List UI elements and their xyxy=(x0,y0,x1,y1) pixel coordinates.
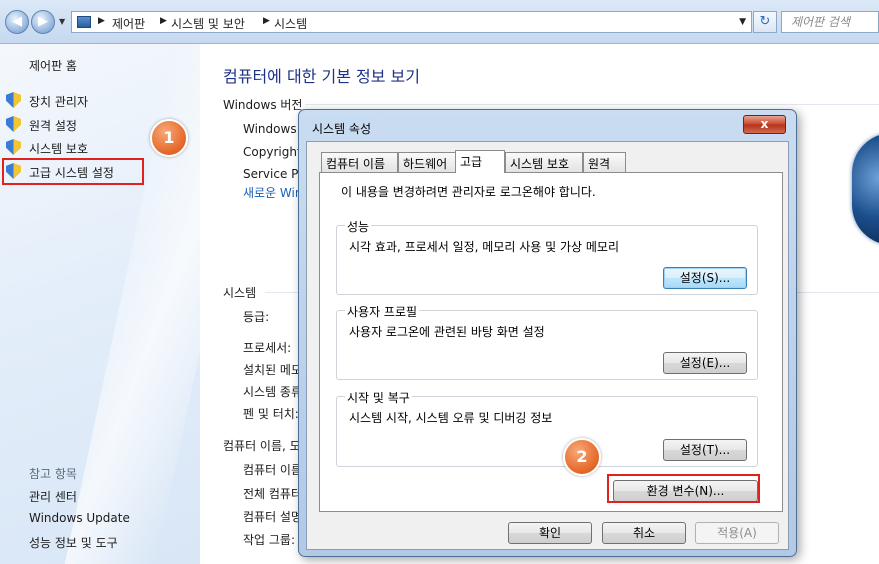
breadcrumb-separator-icon: ▶ xyxy=(160,16,167,26)
address-field[interactable]: ▶ 제어판 ▶ 시스템 및 보안 ▶ 시스템 ▼ xyxy=(71,11,752,33)
uac-shield-icon xyxy=(6,139,21,155)
computer-name-header: 컴퓨터 이름, 도 xyxy=(223,439,301,453)
forward-button[interactable]: ▶ xyxy=(31,10,55,34)
performance-info-link[interactable]: 성능 정보 및 도구 xyxy=(29,534,118,551)
startup-recovery-settings-button[interactable]: 설정(T)... xyxy=(663,439,747,461)
address-toolbar: ◀ ▶ ▼ ▶ 제어판 ▶ 시스템 및 보안 ▶ 시스템 ▼ ↻ 제어판 검색 xyxy=(0,0,879,44)
user-profile-legend: 사용자 프로필 xyxy=(345,303,420,320)
breadcrumb-system[interactable]: 시스템 xyxy=(274,15,307,32)
highlight-box-advanced-settings xyxy=(2,158,144,185)
processor-label: 프로세서: xyxy=(243,341,292,355)
startup-recovery-legend: 시작 및 복구 xyxy=(345,389,412,406)
action-center-link[interactable]: 관리 센터 xyxy=(29,488,77,505)
apply-button[interactable]: 적용(A) xyxy=(695,522,779,544)
tab-remote[interactable]: 원격 xyxy=(583,152,626,172)
user-profile-settings-button[interactable]: 설정(E)... xyxy=(663,352,747,374)
workgroup-label: 작업 그룹: xyxy=(243,533,296,547)
close-icon: x xyxy=(760,117,769,131)
system-protection-link[interactable]: 시스템 보호 xyxy=(29,140,88,157)
rating-label: 등급: xyxy=(243,310,270,324)
recent-pages-dropdown[interactable]: ▼ xyxy=(59,17,65,26)
performance-description: 시각 효과, 프로세서 일정, 메모리 사용 및 가상 메모리 xyxy=(349,240,619,254)
step-2-callout: 2 xyxy=(563,438,601,476)
performance-legend: 성능 xyxy=(345,218,372,235)
dialog-title: 시스템 속성 xyxy=(312,122,372,136)
windows-update-link[interactable]: Windows Update xyxy=(29,511,130,525)
search-input[interactable]: 제어판 검색 xyxy=(781,11,879,33)
device-manager-link[interactable]: 장치 관리자 xyxy=(29,93,88,110)
advanced-tab-page: 이 내용을 변경하려면 관리자로 로그온해야 합니다. 성능 시각 효과, 프로… xyxy=(319,172,783,512)
page-title: 컴퓨터에 대한 기본 정보 보기 xyxy=(223,67,420,86)
remote-settings-link[interactable]: 원격 설정 xyxy=(29,117,77,134)
computer-description-label: 컴퓨터 설명 xyxy=(243,510,303,524)
step-1-callout: 1 xyxy=(150,119,188,157)
startup-recovery-group: 시작 및 복구 시스템 시작, 시스템 오류 및 디버깅 정보 설정(T)... xyxy=(336,389,758,467)
user-profile-group: 사용자 프로필 사용자 로그온에 관련된 바탕 화면 설정 설정(E)... xyxy=(336,303,758,380)
startup-recovery-description: 시스템 시작, 시스템 오류 및 디버깅 정보 xyxy=(349,411,553,425)
arrow-left-icon: ◀ xyxy=(12,14,22,29)
see-also-header: 참고 항목 xyxy=(29,467,77,481)
cancel-button[interactable]: 취소 xyxy=(602,522,686,544)
tab-hardware[interactable]: 하드웨어 xyxy=(398,152,456,172)
system-header: 시스템 xyxy=(223,286,257,300)
refresh-button[interactable]: ↻ xyxy=(753,11,777,33)
breadcrumb-system-security[interactable]: 시스템 및 보안 xyxy=(171,15,245,32)
back-button[interactable]: ◀ xyxy=(5,10,29,34)
admin-note: 이 내용을 변경하려면 관리자로 로그온해야 합니다. xyxy=(341,185,596,199)
system-type-label: 시스템 종류 xyxy=(243,385,303,399)
breadcrumb-separator-icon: ▶ xyxy=(263,16,270,26)
performance-settings-button[interactable]: 설정(S)... xyxy=(663,267,747,289)
chevron-down-icon[interactable]: ▼ xyxy=(739,17,746,27)
new-windows-link[interactable]: 새로운 Win xyxy=(243,184,302,201)
user-profile-description: 사용자 로그온에 관련된 바탕 화면 설정 xyxy=(349,325,545,339)
tab-computer-name[interactable]: 컴퓨터 이름 xyxy=(321,152,398,172)
tab-advanced[interactable]: 고급 xyxy=(455,150,505,173)
windows-edition-header: Windows 버전 xyxy=(223,98,303,112)
arrow-right-icon: ▶ xyxy=(38,14,48,29)
ok-button[interactable]: 확인 xyxy=(508,522,592,544)
uac-shield-icon xyxy=(6,92,21,108)
performance-group: 성능 시각 효과, 프로세서 일정, 메모리 사용 및 가상 메모리 설정(S)… xyxy=(336,218,758,295)
breadcrumb-control-panel[interactable]: 제어판 xyxy=(112,15,145,32)
pen-touch-label: 펜 및 터치: xyxy=(243,407,299,421)
highlight-box-environment-variables xyxy=(607,474,760,503)
full-computer-name-label: 전체 컴퓨터 xyxy=(243,487,303,501)
computer-name-label: 컴퓨터 이름 xyxy=(243,463,303,477)
control-panel-home-link[interactable]: 제어판 홈 xyxy=(29,57,77,74)
uac-shield-icon xyxy=(6,116,21,132)
close-button[interactable]: x xyxy=(743,115,786,134)
breadcrumb-separator-icon: ▶ xyxy=(98,16,105,26)
control-panel-icon xyxy=(77,16,91,28)
tab-system-protection[interactable]: 시스템 보호 xyxy=(505,152,583,172)
refresh-icon: ↻ xyxy=(759,14,771,29)
installed-memory-label: 설치된 메모 xyxy=(243,363,303,377)
